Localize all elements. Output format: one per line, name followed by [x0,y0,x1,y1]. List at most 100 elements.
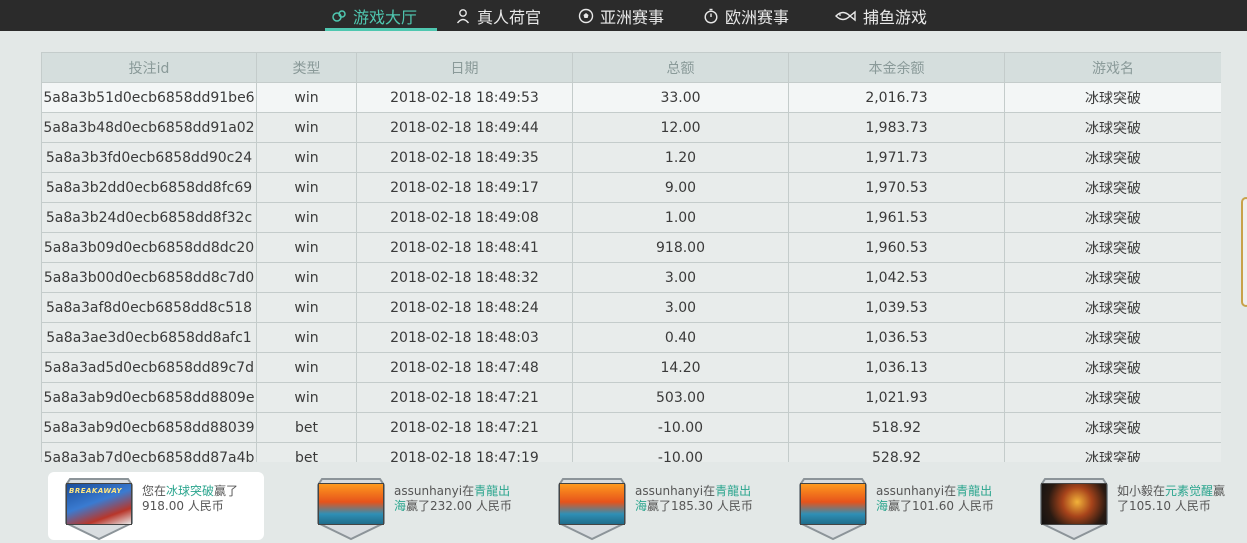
cell-balance: 1,039.53 [788,292,1005,323]
tab-game-hall[interactable]: 游戏大厅 [324,0,438,31]
tab-label: 游戏大厅 [353,7,418,27]
col-balance: 本金余额 [788,52,1005,83]
table-row[interactable]: 5a8a3b09d0ecb6858dd8dc20 win 2018-02-18 18… [41,232,1221,263]
cell-date: 2018-02-18 18:48:32 [356,262,573,293]
tab-label: 捕鱼游戏 [863,7,928,27]
cell-bet-id: 5a8a3b09d0ecb6858dd8dc20 [41,232,257,263]
cell-date: 2018-02-18 18:49:08 [356,202,573,233]
side-panel-handle[interactable] [1241,197,1247,307]
table-row[interactable]: 5a8a3ab9d0ecb6858dd8809e win 2018-02-18 18… [41,382,1221,413]
col-game-name: 游戏名 [1004,52,1221,83]
cell-game-name: 冰球突破 [1004,172,1221,203]
win-card[interactable]: assunhanyi在青龍出海赢了101.60 人民币 [796,468,994,543]
win-amount: 918.00 人民币 [142,499,224,513]
cell-date: 2018-02-18 18:47:48 [356,352,573,383]
cell-game-name: 冰球突破 [1004,112,1221,143]
cell-balance: 1,971.73 [788,142,1005,173]
cell-bet-id: 5a8a3ab7d0ecb6858dd87a4b [41,442,257,462]
cell-bet-id: 5a8a3ae3d0ecb6858dd8afc1 [41,322,257,353]
cell-date: 2018-02-18 18:49:17 [356,172,573,203]
table-row[interactable]: 5a8a3ae3d0ecb6858dd8afc1 win 2018-02-18 18… [41,322,1221,353]
cell-date: 2018-02-18 18:48:24 [356,292,573,323]
cell-amount: 503.00 [572,382,789,413]
cell-bet-id: 5a8a3b00d0ecb6858dd8c7d0 [41,262,257,293]
table-row[interactable]: 5a8a3af8d0ecb6858dd8c518 win 2018-02-18 18… [41,292,1221,323]
tab-fishing-games[interactable]: 捕鱼游戏 [833,0,927,31]
bet-history-table: 投注id 类型 日期 总额 本金余额 游戏名 5a8a3b51d0ecb6858… [41,52,1221,462]
tab-label: 真人荷官 [477,7,542,27]
table-row[interactable]: 5a8a3ab9d0ecb6858dd88039 bet 2018-02-18 18… [41,412,1221,443]
cell-balance: 1,021.93 [788,382,1005,413]
cell-amount: 1.00 [572,202,789,233]
cell-date: 2018-02-18 18:48:03 [356,322,573,353]
cell-type: win [256,202,357,233]
win-card[interactable]: assunhanyi在青龍出海赢了232.00 人民币 [314,468,512,543]
win-verb: 赢了 [406,499,431,513]
tab-europe-events[interactable]: 欧洲赛事 [703,0,789,31]
table-row[interactable]: 5a8a3b3fd0ecb6858dd90c24 win 2018-02-18 18… [41,142,1221,173]
cell-bet-id: 5a8a3b2dd0ecb6858dd8fc69 [41,172,257,203]
win-card[interactable]: assunhanyi在青龍出海赢了185.30 人民币 [555,468,753,543]
table-row[interactable]: 5a8a3b00d0ecb6858dd8c7d0 win 2018-02-18 18… [41,262,1221,293]
cell-bet-id: 5a8a3b24d0ecb6858dd8f32c [41,202,257,233]
game-badge: BREAKAWAY [62,473,136,541]
cell-balance: 2,016.73 [788,82,1005,113]
bet-history-table-container[interactable]: 投注id 类型 日期 总额 本金余额 游戏名 5a8a3b51d0ecb6858… [41,52,1221,462]
cell-balance: 1,960.53 [788,232,1005,263]
tab-live-dealer[interactable]: 真人荷官 [455,0,541,31]
cell-type: win [256,112,357,143]
win-ticker: BREAKAWAY 您在冰球突破赢了 918.00 人民币 assunhanyi… [0,468,1247,543]
table-row[interactable]: 5a8a3ab7d0ecb6858dd87a4b bet 2018-02-18 18… [41,442,1221,462]
cell-type: win [256,292,357,323]
cell-game-name: 冰球突破 [1004,412,1221,443]
table-row[interactable]: 5a8a3b2dd0ecb6858dd8fc69 win 2018-02-18 18… [41,172,1221,203]
game-badge [314,473,388,541]
win-user: assunhanyi在 [876,484,957,498]
cell-type: win [256,172,357,203]
cell-type: win [256,382,357,413]
cell-amount: 918.00 [572,232,789,263]
win-game-link[interactable]: 冰球突破 [166,484,214,498]
cell-game-name: 冰球突破 [1004,202,1221,233]
cell-amount: -10.00 [572,412,789,443]
win-game-link[interactable]: 元素觉醒 [1165,484,1213,498]
cell-bet-id: 5a8a3b3fd0ecb6858dd90c24 [41,142,257,173]
tab-asia-events[interactable]: 亚洲赛事 [578,0,664,31]
stopwatch-icon [703,8,719,24]
table-row[interactable]: 5a8a3b51d0ecb6858dd91be6 win 2018-02-18 18… [41,82,1221,113]
cell-bet-id: 5a8a3b51d0ecb6858dd91be6 [41,82,257,113]
cell-bet-id: 5a8a3ad5d0ecb6858dd89c7d [41,352,257,383]
win-verb: 赢了 [888,499,913,513]
game-thumbnail [800,483,866,525]
cell-type: win [256,142,357,173]
cell-type: bet [256,442,357,462]
win-user: 您在 [142,484,167,498]
game-badge [1037,473,1111,541]
table-header-row: 投注id 类型 日期 总额 本金余额 游戏名 [41,52,1221,83]
soccer-ball-icon [578,8,594,24]
win-card[interactable]: BREAKAWAY 您在冰球突破赢了 918.00 人民币 [48,468,264,543]
cell-balance: 528.92 [788,442,1005,462]
tab-label: 亚洲赛事 [600,7,665,27]
win-message: assunhanyi在青龍出海赢了101.60 人民币 [876,484,994,514]
cell-amount: -10.00 [572,442,789,462]
cell-type: win [256,82,357,113]
cell-date: 2018-02-18 18:47:19 [356,442,573,462]
table-row[interactable]: 5a8a3b24d0ecb6858dd8f32c win 2018-02-18 18… [41,202,1221,233]
win-user: assunhanyi在 [394,484,475,498]
game-hall-icon [331,8,347,24]
cell-bet-id: 5a8a3af8d0ecb6858dd8c518 [41,292,257,323]
game-thumbnail [559,483,625,525]
cell-game-name: 冰球突破 [1004,442,1221,462]
table-row[interactable]: 5a8a3b48d0ecb6858dd91a02 win 2018-02-18 18… [41,112,1221,143]
win-user: assunhanyi在 [635,484,716,498]
cell-amount: 1.20 [572,142,789,173]
col-bet-id: 投注id [41,52,257,83]
cell-game-name: 冰球突破 [1004,232,1221,263]
game-badge [796,473,870,541]
cell-game-name: 冰球突破 [1004,292,1221,323]
table-row[interactable]: 5a8a3ad5d0ecb6858dd89c7d win 2018-02-18 18… [41,352,1221,383]
win-card[interactable]: 如小毅在元素觉醒赢了105.10 人民币 [1037,468,1229,543]
cell-type: bet [256,412,357,443]
cell-balance: 1,036.13 [788,352,1005,383]
